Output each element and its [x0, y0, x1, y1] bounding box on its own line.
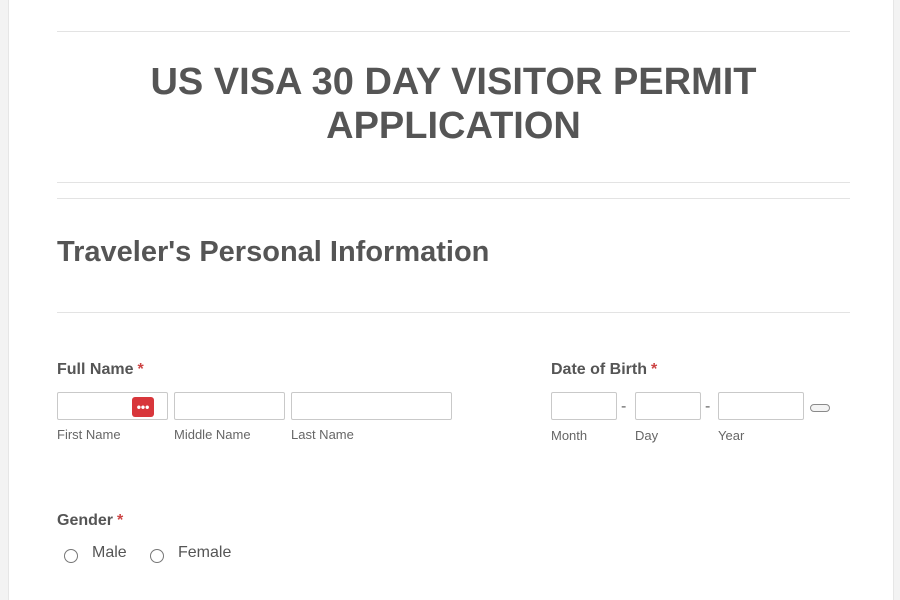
form-title-line-2: APPLICATION: [326, 105, 581, 147]
required-asterisk: *: [651, 361, 658, 378]
password-manager-icon[interactable]: •••: [132, 397, 154, 417]
gender-female-radio[interactable]: [150, 549, 164, 563]
section-divider-bottom: [57, 312, 850, 313]
section-title: Traveler's Personal Information: [57, 236, 490, 268]
dob-month-input[interactable]: [551, 392, 617, 420]
calendar-icon[interactable]: [810, 404, 830, 412]
gender-male-radio[interactable]: [64, 549, 78, 563]
last-name-sublabel: Last Name: [291, 427, 354, 442]
date-of-birth-label-text: Date of Birth: [551, 361, 647, 378]
full-name-label-text: Full Name: [57, 361, 134, 378]
gender-label: Gender *: [57, 512, 123, 530]
middle-name-sublabel: Middle Name: [174, 427, 251, 442]
gender-male-label[interactable]: Male: [92, 544, 127, 562]
form-card: US VISA 30 DAY VISITOR PERMIT APPLICATIO…: [8, 0, 894, 600]
gender-label-text: Gender: [57, 512, 114, 529]
form-title-line-1: US VISA 30 DAY VISITOR PERMIT: [150, 61, 757, 103]
middle-name-input[interactable]: [174, 392, 285, 420]
full-name-label: Full Name *: [57, 361, 144, 379]
dob-year-sublabel: Year: [718, 428, 745, 443]
gender-female-label[interactable]: Female: [178, 544, 231, 562]
dob-day-sublabel: Day: [635, 428, 659, 443]
dob-separator: -: [705, 398, 711, 415]
dob-separator: -: [621, 398, 627, 415]
first-name-sublabel: First Name: [57, 427, 121, 442]
required-asterisk: *: [137, 361, 144, 378]
dob-year-input[interactable]: [718, 392, 804, 420]
last-name-input[interactable]: [291, 392, 452, 420]
dob-day-input[interactable]: [635, 392, 701, 420]
date-of-birth-label: Date of Birth *: [551, 361, 657, 379]
top-divider: [57, 31, 850, 32]
section-divider-top: [57, 198, 850, 199]
required-asterisk: *: [117, 512, 124, 529]
form-title: US VISA 30 DAY VISITOR PERMIT APPLICATIO…: [57, 60, 850, 148]
title-divider-bottom: [57, 182, 850, 183]
dob-month-sublabel: Month: [551, 428, 588, 443]
